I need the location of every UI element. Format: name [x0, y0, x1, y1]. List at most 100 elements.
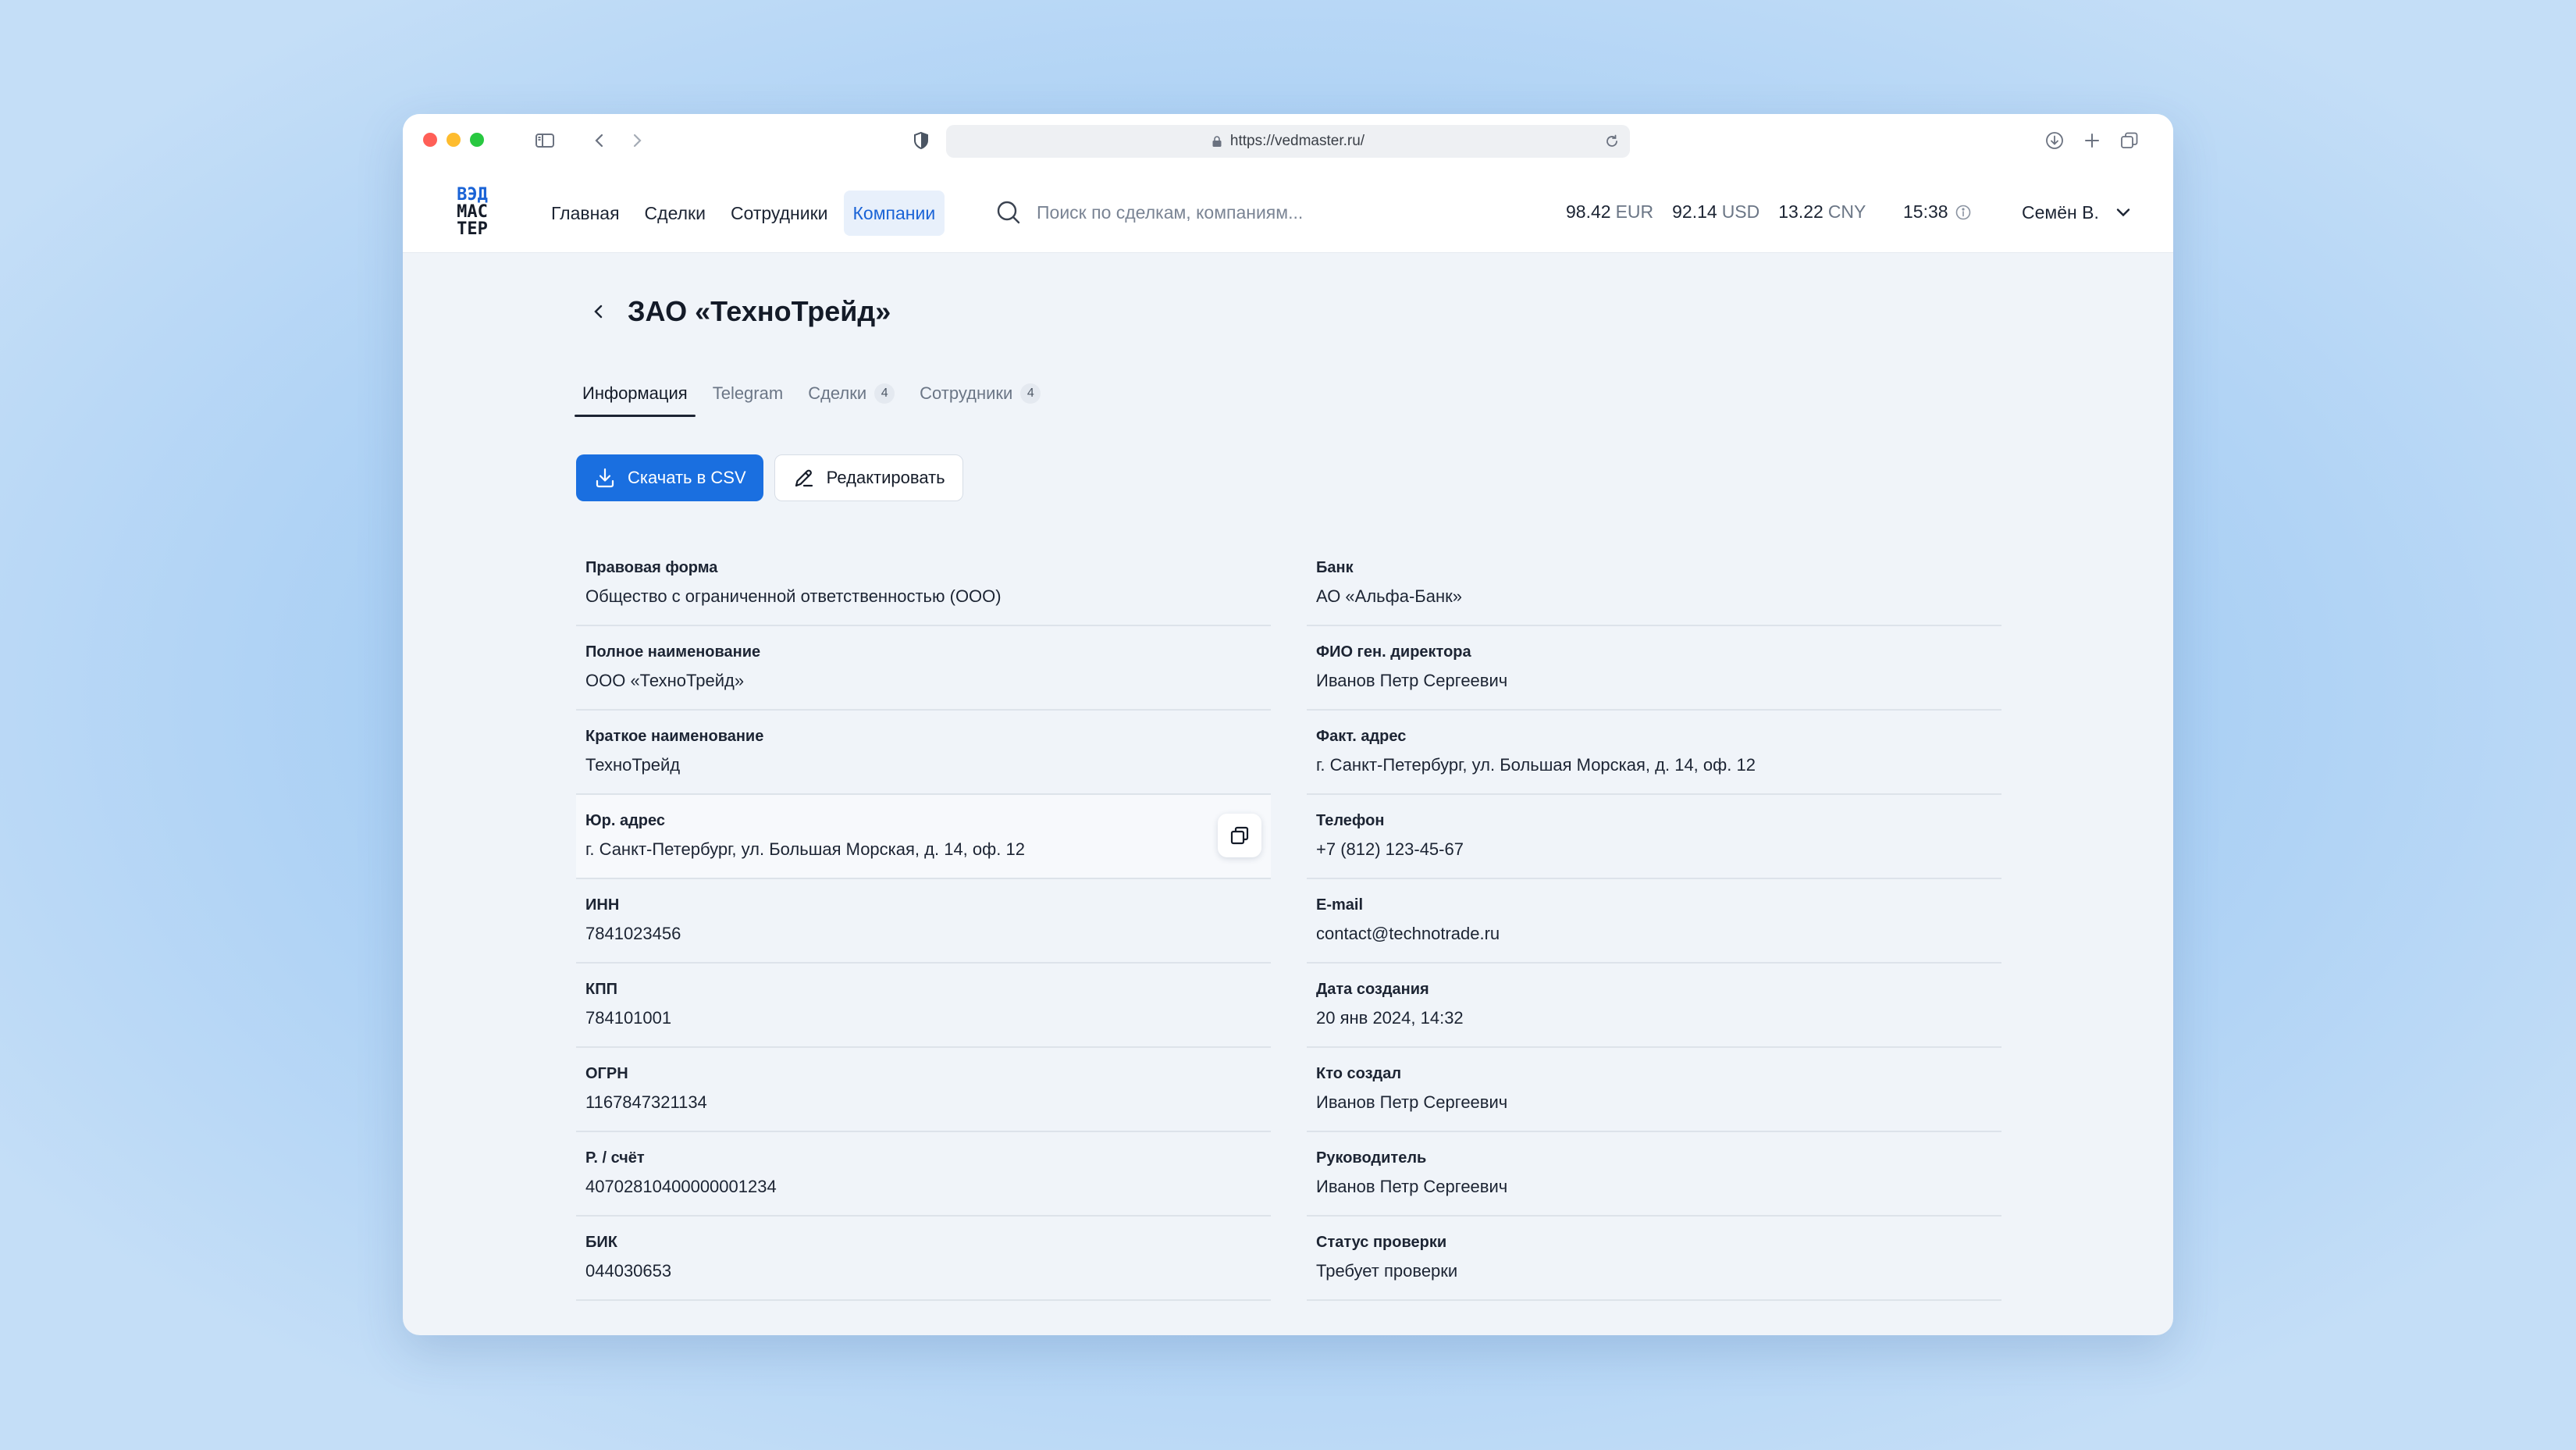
field-value: 20 янв 2024, 14:32	[1316, 1008, 1464, 1028]
search-box	[994, 192, 1432, 233]
field-created-by: Кто создал Иванов Петр Сергеевич	[1307, 1048, 2001, 1132]
tab-deals[interactable]: Сделки 4	[800, 370, 902, 417]
new-tab-icon[interactable]	[2080, 128, 2105, 153]
svg-text:ТЕР: ТЕР	[457, 219, 488, 236]
info-icon[interactable]	[1955, 204, 1972, 221]
user-name: Семён В.	[2022, 201, 2099, 223]
field-value: contact@technotrade.ru	[1316, 924, 1500, 943]
tab-label: Сотрудники	[920, 383, 1013, 403]
downloads-icon[interactable]	[2042, 128, 2067, 153]
field-value: АО «Альфа-Банк»	[1316, 586, 1462, 606]
field-label: Правовая форма	[585, 559, 718, 576]
rate-cny: 13.22 CNY	[1778, 201, 1866, 222]
tab-label: Сделки	[808, 383, 867, 403]
field-value: 784101001	[585, 1008, 672, 1028]
minimize-window-button[interactable]	[447, 133, 461, 147]
search-icon	[997, 201, 1020, 224]
field-value: г. Санкт-Петербург, ул. Большая Морская,…	[1316, 755, 1756, 775]
chevron-down-icon	[2116, 208, 2130, 217]
back-button[interactable]	[587, 297, 610, 326]
lock-icon	[1212, 136, 1222, 147]
field-value: 40702810400000001234	[585, 1177, 777, 1196]
nav-item-home[interactable]: Главная	[542, 191, 629, 236]
field-actual-address: Факт. адрес г. Санкт-Петербург, ул. Боль…	[1307, 711, 2001, 795]
field-label: Кто создал	[1316, 1065, 1402, 1082]
nav-item-deals[interactable]: Сделки	[635, 191, 715, 236]
forward-icon[interactable]	[624, 128, 649, 153]
clock-time: 15:38	[1903, 201, 1948, 222]
details-column-left: Правовая форма Общество с ограниченной о…	[576, 542, 1271, 1301]
field-created-date: Дата создания 20 янв 2024, 14:32	[1307, 964, 2001, 1048]
field-value: Иванов Петр Сергеевич	[1316, 671, 1508, 690]
field-label: ФИО ген. директора	[1316, 643, 1471, 661]
field-email: E-mail contact@technotrade.ru	[1307, 879, 2001, 964]
vedmaster-logo[interactable]: ВЭД МАС ТЕР	[437, 184, 507, 236]
field-value: г. Санкт-Петербург, ул. Большая Морская,…	[585, 839, 1025, 859]
tab-label: Telegram	[712, 383, 784, 403]
close-window-button[interactable]	[423, 133, 437, 147]
field-label: Банк	[1316, 559, 1354, 576]
shield-icon[interactable]	[909, 128, 934, 153]
field-value: 1167847321134	[585, 1092, 707, 1112]
button-label: Редактировать	[826, 468, 945, 487]
download-icon	[596, 468, 614, 488]
field-label: ИНН	[585, 896, 620, 914]
tab-telegram[interactable]: Telegram	[705, 370, 791, 417]
nav-item-companies[interactable]: Компании	[843, 191, 945, 236]
field-label: КПП	[585, 981, 617, 998]
search-input[interactable]	[1037, 201, 1411, 223]
pencil-icon	[795, 469, 813, 487]
field-director: ФИО ген. директора Иванов Петр Сергеевич	[1307, 626, 2001, 711]
field-label: E-mail	[1316, 896, 1364, 914]
app-header: ВЭД МАС ТЕР Главная Сделки Сотрудники Ко…	[403, 170, 2173, 253]
currency-rates: 98.42 EUR 92.14 USD 13.22 CNY	[1566, 201, 1866, 223]
company-tabs: Информация Telegram Сделки 4 Сотрудники …	[575, 370, 1058, 417]
address-bar[interactable]: https://vedmaster.ru/	[946, 125, 1630, 158]
edit-button[interactable]: Редактировать	[774, 454, 963, 501]
details-column-right: Банк АО «Альфа-Банк» ФИО ген. директора …	[1307, 542, 2001, 1301]
count-badge: 4	[1020, 383, 1041, 404]
main-nav: Главная Сделки Сотрудники Компании	[542, 191, 945, 236]
field-label: Р. / счёт	[585, 1149, 645, 1167]
field-label: ОГРН	[585, 1065, 628, 1082]
field-value: Иванов Петр Сергеевич	[1316, 1177, 1508, 1196]
page-header: ЗАО «ТехноТрейд»	[587, 295, 891, 328]
action-bar: Скачать в CSV Редактировать	[576, 454, 963, 501]
tab-employees[interactable]: Сотрудники 4	[912, 370, 1048, 417]
tabs-overview-icon[interactable]	[2117, 128, 2142, 153]
field-value: 7841023456	[585, 924, 681, 943]
field-check-status: Статус проверки Требует проверки	[1307, 1217, 2001, 1301]
button-label: Скачать в CSV	[628, 468, 746, 487]
field-kpp: КПП 784101001	[576, 964, 1271, 1048]
field-value: +7 (812) 123-45-67	[1316, 839, 1464, 859]
field-inn: ИНН 7841023456	[576, 879, 1271, 964]
field-bik: БИК 044030653	[576, 1217, 1271, 1301]
field-value: ТехноТрейд	[585, 755, 681, 775]
field-label: Телефон	[1316, 812, 1385, 829]
field-value: ООО «ТехноТрейд»	[585, 671, 745, 690]
rate-eur: 98.42 EUR	[1566, 201, 1654, 222]
nav-item-employees[interactable]: Сотрудники	[721, 191, 838, 236]
back-icon[interactable]	[587, 128, 612, 153]
browser-toolbar: https://vedmaster.ru/	[403, 114, 2173, 170]
copy-button[interactable]	[1218, 814, 1261, 857]
field-label: Юр. адрес	[585, 812, 665, 829]
field-manager: Руководитель Иванов Петр Сергеевич	[1307, 1132, 2001, 1217]
field-bank: Банк АО «Альфа-Банк»	[1307, 542, 2001, 626]
sidebar-toggle-icon[interactable]	[532, 128, 557, 153]
download-csv-button[interactable]: Скачать в CSV	[576, 454, 763, 501]
user-menu[interactable]: Семён В.	[2022, 195, 2133, 230]
field-legal-address: Юр. адрес г. Санкт-Петербург, ул. Больша…	[576, 795, 1271, 879]
chevron-left-icon	[594, 305, 603, 319]
url-text: https://vedmaster.ru/	[1229, 133, 1365, 149]
tab-info[interactable]: Информация	[575, 370, 696, 417]
field-label: Руководитель	[1316, 1149, 1427, 1167]
field-legal-form: Правовая форма Общество с ограниченной о…	[576, 542, 1271, 626]
browser-window: https://vedmaster.ru/ ВЭД МАС ТЕР Главна…	[403, 114, 2173, 1335]
field-label: Факт. адрес	[1316, 728, 1407, 745]
field-phone: Телефон +7 (812) 123-45-67	[1307, 795, 2001, 879]
reload-icon[interactable]	[1603, 133, 1621, 150]
field-value: 044030653	[585, 1261, 672, 1281]
rate-usd: 92.14 USD	[1672, 201, 1760, 222]
maximize-window-button[interactable]	[470, 133, 484, 147]
